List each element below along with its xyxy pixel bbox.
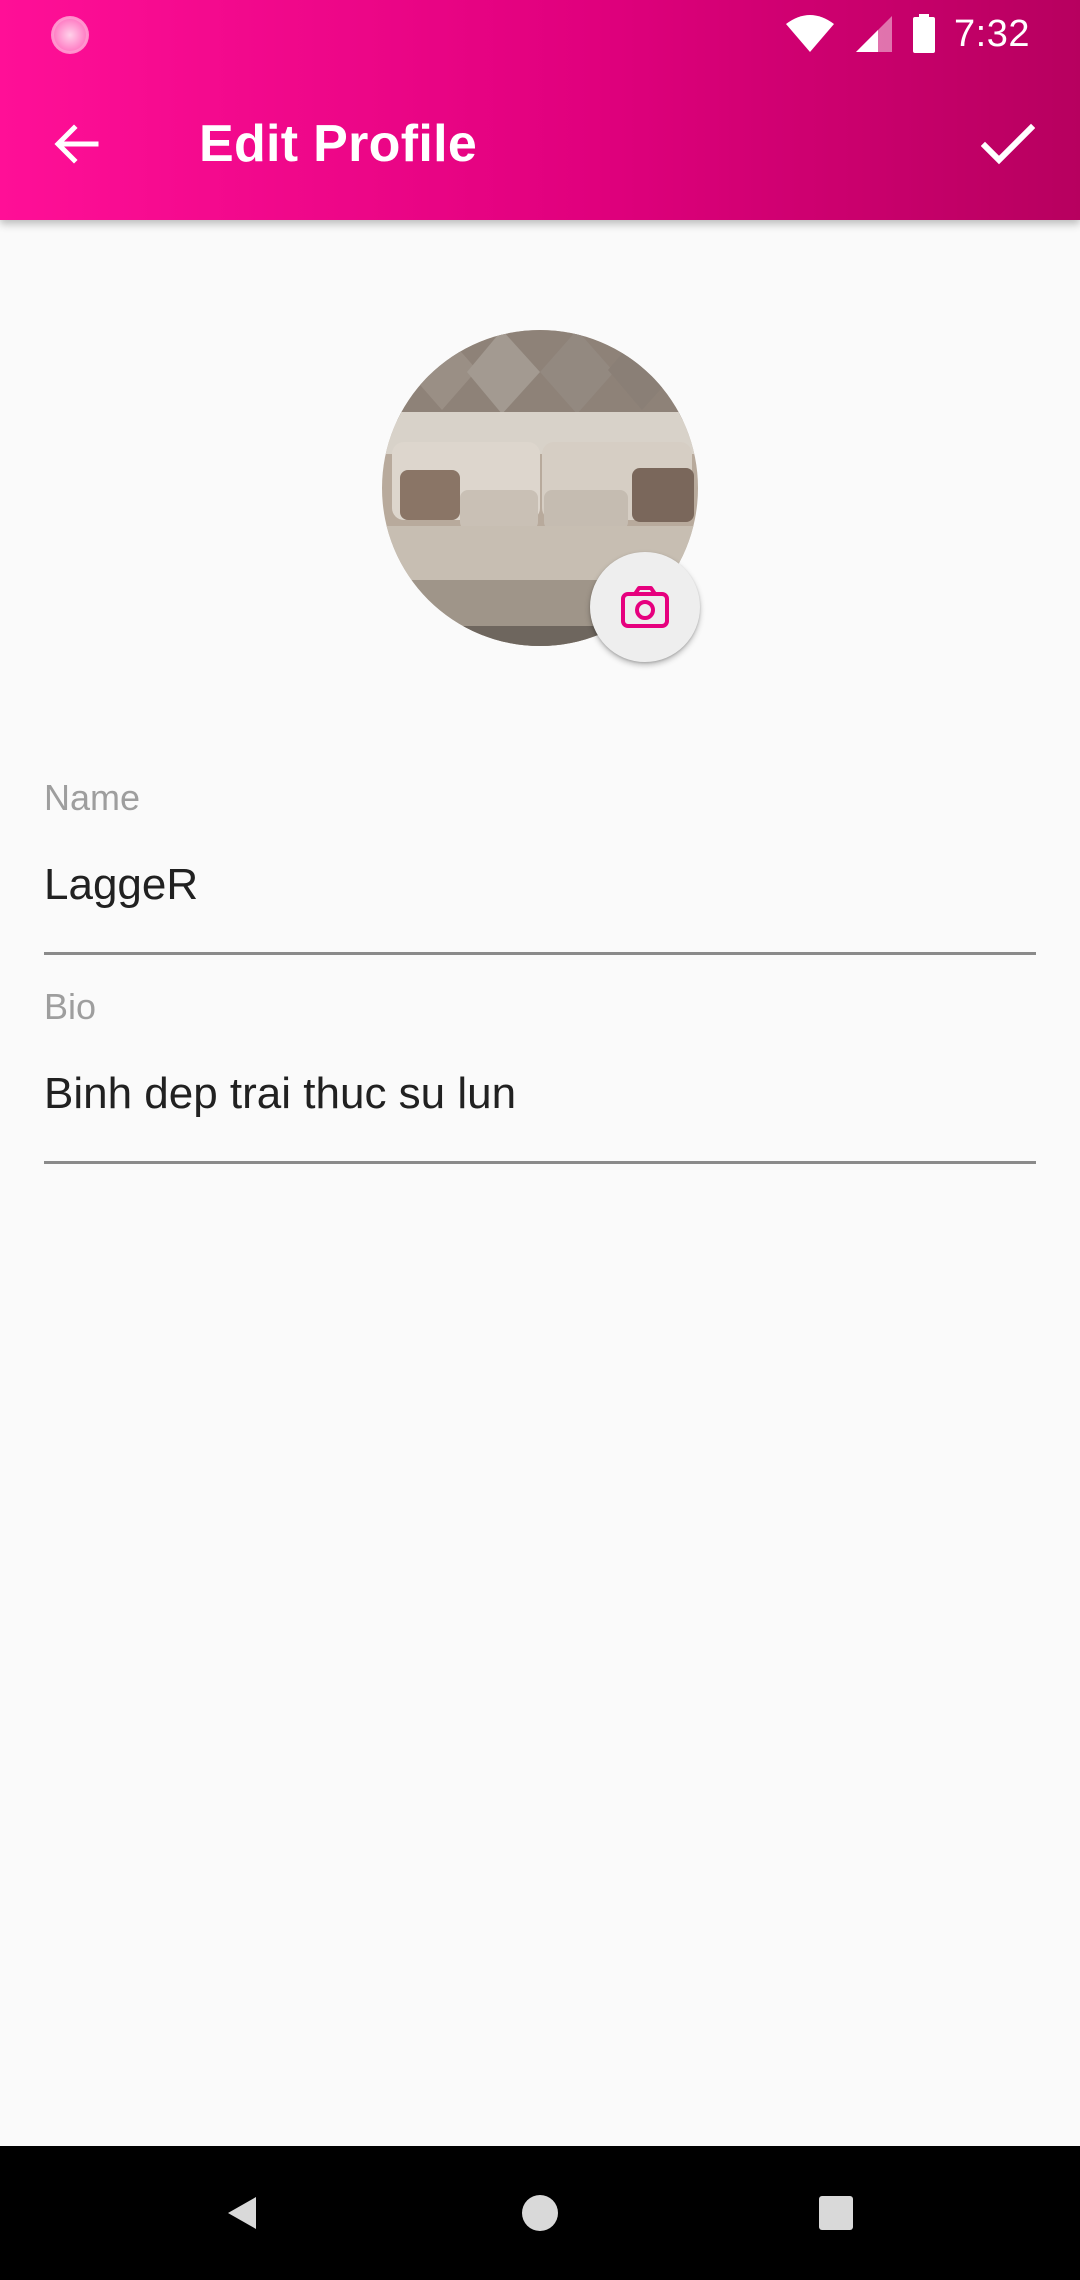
status-time: 7:32 xyxy=(954,13,1030,55)
name-underline xyxy=(44,952,1036,955)
change-photo-button[interactable] xyxy=(590,552,700,662)
bio-label: Bio xyxy=(44,986,97,1027)
notification-dot-icon xyxy=(51,16,89,54)
status-bar: 7:32 xyxy=(0,0,1080,68)
nav-back-button[interactable] xyxy=(212,2183,272,2243)
recents-square-icon xyxy=(819,2196,853,2230)
nav-recents-button[interactable] xyxy=(806,2183,866,2243)
name-label: Name xyxy=(44,777,141,818)
nav-home-button[interactable] xyxy=(510,2183,570,2243)
bio-field[interactable]: Bio Binh dep trai thuc su lun xyxy=(44,985,1036,1165)
app-bar: Edit Profile xyxy=(0,68,1080,220)
check-icon xyxy=(981,123,1035,165)
top-header: 7:32 Edit Profile xyxy=(0,0,1080,220)
save-button[interactable] xyxy=(970,112,1046,176)
battery-icon xyxy=(913,14,936,53)
wifi-icon xyxy=(786,15,835,52)
cell-signal-icon xyxy=(856,16,893,52)
name-input[interactable]: LaggeR xyxy=(44,859,198,911)
bio-underline xyxy=(44,1161,1036,1164)
name-field[interactable]: Name LaggeR xyxy=(44,776,1036,956)
back-triangle-icon xyxy=(228,2197,256,2229)
bio-input[interactable]: Binh dep trai thuc su lun xyxy=(44,1068,516,1120)
camera-icon xyxy=(621,586,669,628)
status-icons: 7:32 xyxy=(784,12,1030,56)
back-button[interactable] xyxy=(44,112,108,176)
home-circle-icon xyxy=(522,2195,558,2231)
system-nav-bar xyxy=(0,2146,1080,2280)
arrow-back-icon xyxy=(54,124,99,164)
page-title: Edit Profile xyxy=(199,115,478,173)
